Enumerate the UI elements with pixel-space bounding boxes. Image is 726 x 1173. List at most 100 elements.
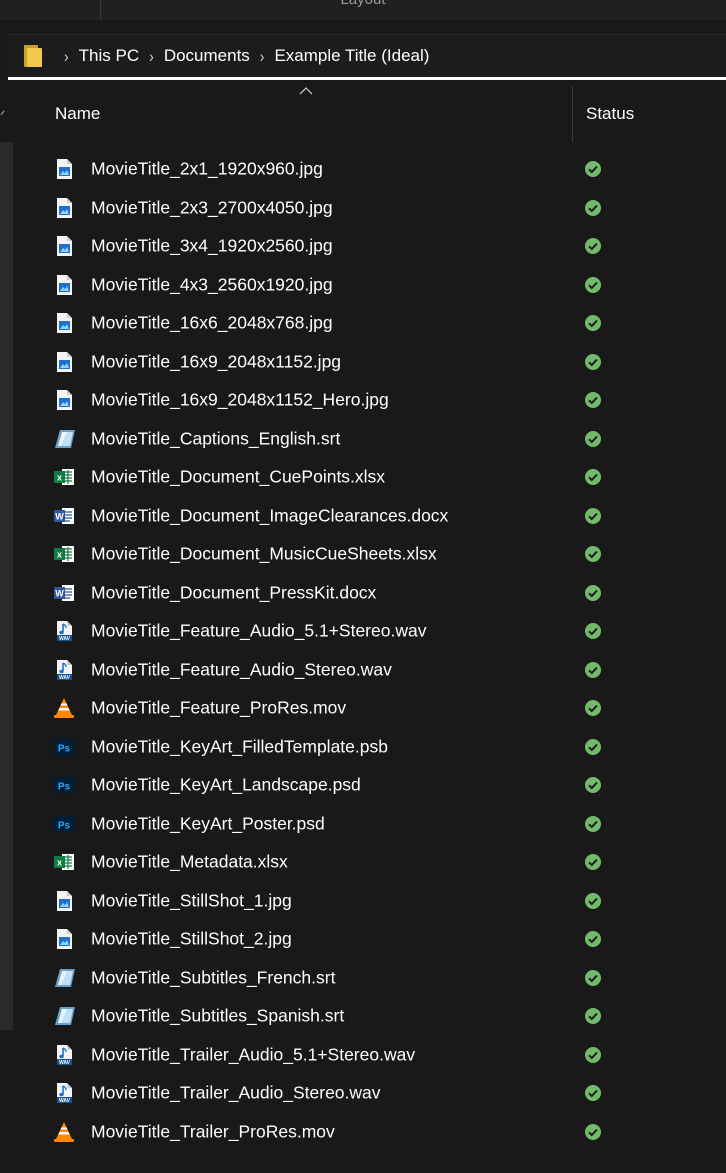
- subtitle-file-icon: [53, 428, 75, 450]
- file-name[interactable]: MovieTitle_Feature_ProRes.mov: [91, 698, 346, 719]
- sort-ascending-icon: [299, 87, 313, 95]
- file-list: MovieTitle_2x1_1920x960.jpg MovieTitle_2x…: [0, 150, 726, 1151]
- sync-status-check-icon: [584, 314, 602, 332]
- file-row[interactable]: MovieTitle_4x3_2560x1920.jpg: [0, 266, 726, 305]
- file-row[interactable]: W MovieTitle_Document_PressKit.docx: [0, 574, 726, 613]
- file-row[interactable]: MovieTitle_16x9_2048x1152.jpg: [0, 343, 726, 382]
- image-file-icon: [53, 235, 75, 257]
- file-row[interactable]: MovieTitle_16x9_2048x1152_Hero.jpg: [0, 381, 726, 420]
- svg-text:W: W: [55, 511, 64, 521]
- file-name[interactable]: MovieTitle_Feature_Audio_Stereo.wav: [91, 659, 392, 680]
- chevron-right-icon[interactable]: ›: [64, 46, 69, 65]
- svg-text:x: x: [57, 473, 62, 483]
- file-row[interactable]: WAV MovieTitle_Feature_Audio_5.1+Stereo.w…: [0, 612, 726, 651]
- file-row[interactable]: MovieTitle_StillShot_1.jpg: [0, 882, 726, 921]
- sync-status-check-icon: [584, 237, 602, 255]
- file-name[interactable]: MovieTitle_Feature_Audio_5.1+Stereo.wav: [91, 621, 426, 642]
- file-name[interactable]: MovieTitle_KeyArt_Landscape.psd: [91, 775, 361, 796]
- sync-status-check-icon: [584, 584, 602, 602]
- word-file-icon: W: [53, 505, 75, 527]
- chevron-right-icon[interactable]: ›: [260, 46, 265, 65]
- folder-icon: [24, 45, 42, 67]
- file-name[interactable]: MovieTitle_Metadata.xlsx: [91, 852, 288, 873]
- file-name[interactable]: MovieTitle_Trailer_Audio_Stereo.wav: [91, 1083, 381, 1104]
- file-row[interactable]: Ps MovieTitle_KeyArt_Landscape.psd: [0, 766, 726, 805]
- audio-file-icon: WAV: [53, 1082, 75, 1104]
- file-row[interactable]: Ps MovieTitle_KeyArt_FilledTemplate.psb: [0, 728, 726, 767]
- sync-status-check-icon: [584, 160, 602, 178]
- collapse-arrow-icon[interactable]: [0, 108, 6, 124]
- file-row[interactable]: MovieTitle_Trailer_ProRes.mov: [0, 1113, 726, 1152]
- file-row[interactable]: MovieTitle_Subtitles_Spanish.srt: [0, 997, 726, 1036]
- file-name[interactable]: MovieTitle_Document_MusicCueSheets.xlsx: [91, 544, 437, 565]
- file-row[interactable]: WAV MovieTitle_Trailer_Audio_Stereo.wav: [0, 1074, 726, 1113]
- word-file-icon: W: [53, 582, 75, 604]
- file-name[interactable]: MovieTitle_Document_CuePoints.xlsx: [91, 467, 385, 488]
- column-header-name[interactable]: Name: [55, 104, 100, 124]
- sync-status-check-icon: [584, 815, 602, 833]
- file-name[interactable]: MovieTitle_Subtitles_Spanish.srt: [91, 1006, 344, 1027]
- image-file-icon: [53, 928, 75, 950]
- column-header-status[interactable]: Status: [586, 104, 634, 124]
- sync-status-check-icon: [584, 468, 602, 486]
- sync-status-check-icon: [584, 1084, 602, 1102]
- column-divider[interactable]: [572, 86, 573, 142]
- subtitle-file-icon: [53, 1005, 75, 1027]
- file-row[interactable]: MovieTitle_2x1_1920x960.jpg: [0, 150, 726, 189]
- file-name[interactable]: MovieTitle_16x9_2048x1152_Hero.jpg: [91, 390, 389, 411]
- audio-file-icon: WAV: [53, 620, 75, 642]
- file-row[interactable]: MovieTitle_Subtitles_French.srt: [0, 959, 726, 998]
- file-name[interactable]: MovieTitle_Document_ImageClearances.docx: [91, 505, 448, 526]
- sync-status-check-icon: [584, 930, 602, 948]
- breadcrumb-current-folder[interactable]: Example Title (Ideal): [274, 46, 429, 66]
- breadcrumb-documents[interactable]: Documents: [164, 46, 250, 66]
- file-row[interactable]: WAV MovieTitle_Feature_Audio_Stereo.wav: [0, 651, 726, 690]
- svg-text:Ps: Ps: [58, 782, 71, 793]
- sync-status-check-icon: [584, 430, 602, 448]
- address-box[interactable]: › This PC › Documents › Example Title (I…: [8, 34, 726, 80]
- file-row[interactable]: MovieTitle_3x4_1920x2560.jpg: [0, 227, 726, 266]
- file-name[interactable]: MovieTitle_StillShot_2.jpg: [91, 929, 292, 950]
- file-row[interactable]: MovieTitle_Captions_English.srt: [0, 420, 726, 459]
- sync-status-check-icon: [584, 545, 602, 563]
- sync-status-check-icon: [584, 1123, 602, 1141]
- file-name[interactable]: MovieTitle_KeyArt_FilledTemplate.psb: [91, 736, 388, 757]
- svg-text:W: W: [55, 588, 64, 598]
- file-name[interactable]: MovieTitle_4x3_2560x1920.jpg: [91, 274, 333, 295]
- file-row[interactable]: W MovieTitle_Document_ImageClearances.doc…: [0, 497, 726, 536]
- breadcrumb-this-pc[interactable]: This PC: [79, 46, 139, 66]
- file-name[interactable]: MovieTitle_16x9_2048x1152.jpg: [91, 351, 341, 372]
- window-title-bar: Layout: [0, 0, 726, 20]
- image-file-icon: [53, 351, 75, 373]
- file-row[interactable]: MovieTitle_2x3_2700x4050.jpg: [0, 189, 726, 228]
- photoshop-file-icon: Ps: [53, 813, 75, 835]
- image-file-icon: [53, 197, 75, 219]
- file-row[interactable]: x MovieTitle_Document_CuePoints.xlsx: [0, 458, 726, 497]
- file-name[interactable]: MovieTitle_Subtitles_French.srt: [91, 967, 335, 988]
- svg-text:WAV: WAV: [59, 636, 71, 642]
- chevron-right-icon[interactable]: ›: [149, 46, 154, 65]
- file-name[interactable]: MovieTitle_KeyArt_Poster.psd: [91, 813, 325, 834]
- file-row[interactable]: MovieTitle_StillShot_2.jpg: [0, 920, 726, 959]
- file-row[interactable]: MovieTitle_16x6_2048x768.jpg: [0, 304, 726, 343]
- file-row[interactable]: MovieTitle_Feature_ProRes.mov: [0, 689, 726, 728]
- file-row[interactable]: x MovieTitle_Document_MusicCueSheets.xlsx: [0, 535, 726, 574]
- file-name[interactable]: MovieTitle_3x4_1920x2560.jpg: [91, 236, 333, 257]
- address-bar: › This PC › Documents › Example Title (I…: [0, 20, 726, 84]
- sync-status-check-icon: [584, 199, 602, 217]
- file-name[interactable]: MovieTitle_Captions_English.srt: [91, 428, 340, 449]
- file-name[interactable]: MovieTitle_Trailer_ProRes.mov: [91, 1121, 335, 1142]
- file-name[interactable]: MovieTitle_2x1_1920x960.jpg: [91, 159, 323, 180]
- file-row[interactable]: Ps MovieTitle_KeyArt_Poster.psd: [0, 805, 726, 844]
- file-name[interactable]: MovieTitle_Trailer_Audio_5.1+Stereo.wav: [91, 1044, 415, 1065]
- file-row[interactable]: WAV MovieTitle_Trailer_Audio_5.1+Stereo.w…: [0, 1036, 726, 1075]
- file-name[interactable]: MovieTitle_2x3_2700x4050.jpg: [91, 197, 333, 218]
- file-name[interactable]: MovieTitle_StillShot_1.jpg: [91, 890, 292, 911]
- file-row[interactable]: x MovieTitle_Metadata.xlsx: [0, 843, 726, 882]
- file-name[interactable]: MovieTitle_Document_PressKit.docx: [91, 582, 376, 603]
- image-file-icon: [53, 890, 75, 912]
- excel-file-icon: x: [53, 466, 75, 488]
- file-name[interactable]: MovieTitle_16x6_2048x768.jpg: [91, 313, 333, 334]
- svg-text:WAV: WAV: [59, 1098, 71, 1104]
- image-file-icon: [53, 158, 75, 180]
